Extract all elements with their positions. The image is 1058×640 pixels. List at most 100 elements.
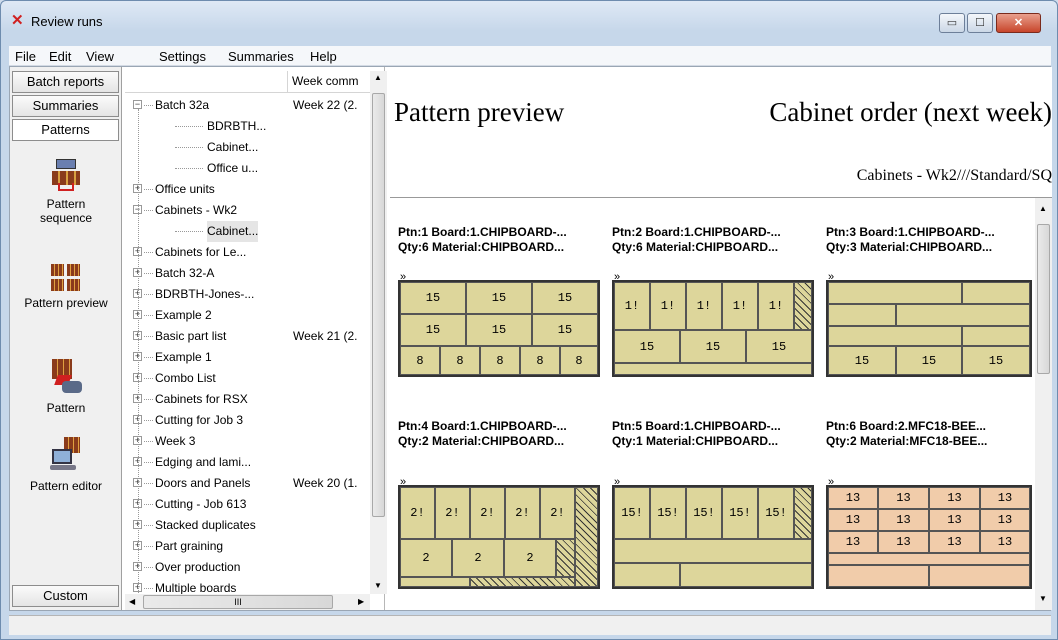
title-bar[interactable]: ✕ Review runs ▭ ☐ ✕ [1, 1, 1057, 39]
tree-vertical-scrollbar[interactable]: ▲ ▼ [370, 71, 387, 594]
tree-row[interactable]: + Stacked duplicates [125, 515, 370, 536]
tree-row[interactable]: + Example 1 [125, 347, 370, 368]
tree-connector [144, 546, 153, 547]
maximize-button[interactable]: ☐ [967, 13, 993, 33]
scroll-thumb[interactable] [372, 93, 385, 517]
pattern-card-1[interactable]: Ptn:1 Board:1.CHIPBOARD-... Qty:6 Materi… [398, 225, 603, 377]
tree-row[interactable]: + Edging and lami... [125, 452, 370, 473]
tree-row[interactable]: − Cabinets - Wk2 [125, 200, 370, 221]
waste-area [470, 577, 575, 587]
tree-row[interactable]: + Example 2 [125, 305, 370, 326]
offcut [614, 563, 680, 587]
menu-file[interactable]: File [15, 49, 36, 64]
part: 2 [400, 539, 452, 577]
tree-row-label: Cabinets for Le... [155, 245, 247, 259]
part: 8 [480, 346, 520, 375]
tree-row[interactable]: Cabinet... [125, 137, 370, 158]
pattern-card-6[interactable]: Ptn:6 Board:2.MFC18-BEE... Qty:2 Materia… [826, 419, 1036, 589]
nav-pattern-preview[interactable]: Pattern preview [10, 262, 122, 310]
tree-row[interactable]: + Combo List [125, 368, 370, 389]
tree-row[interactable]: + Over production [125, 557, 370, 578]
tree-row-week: Week 21 (2. [293, 329, 358, 343]
part: 15 [828, 346, 896, 375]
tab-custom[interactable]: Custom [12, 585, 119, 607]
tree-row[interactable]: + Cutting for Job 3 [125, 410, 370, 431]
nav-pattern-sequence[interactable]: Pattern sequence [10, 159, 122, 225]
tree-row[interactable]: + Batch 32-A [125, 263, 370, 284]
part: 15! [614, 487, 650, 539]
tree-row[interactable]: + Cutting - Job 613 [125, 494, 370, 515]
tree-connector [144, 210, 153, 211]
tree-connector [175, 231, 203, 232]
tab-summaries[interactable]: Summaries [12, 95, 119, 117]
close-button[interactable]: ✕ [996, 13, 1041, 33]
tree-row-label: Cabinet... [207, 221, 259, 242]
tree-row[interactable]: + Week 3 [125, 431, 370, 452]
tree-row-label: Over production [155, 560, 241, 574]
tree-row[interactable]: Cabinet... [125, 221, 370, 242]
nav-pattern[interactable]: Pattern [10, 359, 122, 415]
pattern-card-2[interactable]: Ptn:2 Board:1.CHIPBOARD-... Qty:6 Materi… [612, 225, 817, 377]
part: 8 [560, 346, 598, 375]
minimize-button[interactable]: ▭ [939, 13, 965, 33]
nav-pattern-preview-label: Pattern preview [24, 296, 108, 310]
scroll-down-icon[interactable]: ▼ [1039, 594, 1047, 603]
part: 15 [680, 330, 746, 363]
run-subtitle: Cabinets - Wk2///Standard/SQ [856, 167, 1052, 184]
scroll-up-icon[interactable]: ▲ [374, 73, 382, 82]
tree-connector [144, 315, 153, 316]
scroll-up-icon[interactable]: ▲ [1039, 204, 1047, 213]
pattern-3-header: Ptn:3 Board:1.CHIPBOARD-... [826, 225, 995, 239]
tree-horizontal-scrollbar[interactable]: ◀ III ▶ [125, 594, 370, 610]
preview-scroll-thumb[interactable] [1037, 224, 1050, 374]
part: 15 [532, 314, 598, 346]
offcut [614, 363, 812, 375]
part: 15 [746, 330, 812, 363]
menu-settings[interactable]: Settings [159, 49, 206, 64]
nav-pattern-editor[interactable]: Pattern editor [10, 437, 122, 493]
preview-vertical-scrollbar[interactable]: ▲ ▼ [1035, 198, 1052, 610]
tree-row[interactable]: + Doors and Panels Week 20 (1. [125, 473, 370, 494]
collapse-icon[interactable]: − [133, 100, 142, 109]
part [962, 326, 1030, 346]
pattern-card-4[interactable]: Ptn:4 Board:1.CHIPBOARD-... Qty:2 Materi… [398, 419, 603, 589]
tree-row[interactable]: + Basic part list Week 21 (2. [125, 326, 370, 347]
part: 13 [828, 487, 878, 509]
part: 15 [466, 314, 532, 346]
pattern-4-material: Qty:2 Material:CHIPBOARD... [398, 434, 565, 448]
tree-row[interactable]: − Batch 32a Week 22 (2. [125, 95, 370, 116]
pattern-card-5[interactable]: Ptn:5 Board:1.CHIPBOARD-... Qty:1 Materi… [612, 419, 817, 589]
tab-batch-reports[interactable]: Batch reports [12, 71, 119, 93]
week-column-header[interactable]: Week comm [287, 71, 370, 93]
pattern-2-material: Qty:6 Material:CHIPBOARD... [612, 240, 779, 254]
tree-trunk-line [138, 109, 139, 599]
menu-summaries[interactable]: Summaries [228, 49, 294, 64]
tree-connector [144, 441, 153, 442]
pattern-5-material: Qty:1 Material:CHIPBOARD... [612, 434, 779, 448]
tree-row[interactable]: + Cabinets for Le... [125, 242, 370, 263]
scroll-right-icon[interactable]: ▶ [358, 597, 364, 606]
tab-patterns[interactable]: Patterns [12, 119, 119, 141]
tree-row-label: Example 1 [155, 350, 212, 364]
pattern-6-material: Qty:2 Material:MFC18-BEE... [826, 434, 988, 448]
tree-row-label: Cabinets - Wk2 [155, 203, 238, 217]
tree-row[interactable]: + BDRBTH-Jones-... [125, 284, 370, 305]
tree-row[interactable]: + Cabinets for RSX [125, 389, 370, 410]
menu-view[interactable]: View [86, 49, 114, 64]
tree-row[interactable]: + Office units [125, 179, 370, 200]
part: 1! [722, 282, 758, 330]
tree-row[interactable]: BDRBTH... [125, 116, 370, 137]
scroll-left-icon[interactable]: ◀ [129, 597, 135, 606]
tree-row[interactable]: + Part graining [125, 536, 370, 557]
tree-row[interactable]: Office u... [125, 158, 370, 179]
hscroll-thumb[interactable]: III [143, 595, 333, 609]
part: 2 [452, 539, 504, 577]
scroll-down-icon[interactable]: ▼ [374, 581, 382, 590]
part: 13 [878, 509, 929, 531]
part [896, 304, 1030, 326]
menu-edit[interactable]: Edit [49, 49, 71, 64]
tree-connector [144, 525, 153, 526]
waste-area [794, 282, 812, 330]
menu-help[interactable]: Help [310, 49, 337, 64]
pattern-card-3[interactable]: Ptn:3 Board:1.CHIPBOARD-... Qty:3 Materi… [826, 225, 1036, 377]
